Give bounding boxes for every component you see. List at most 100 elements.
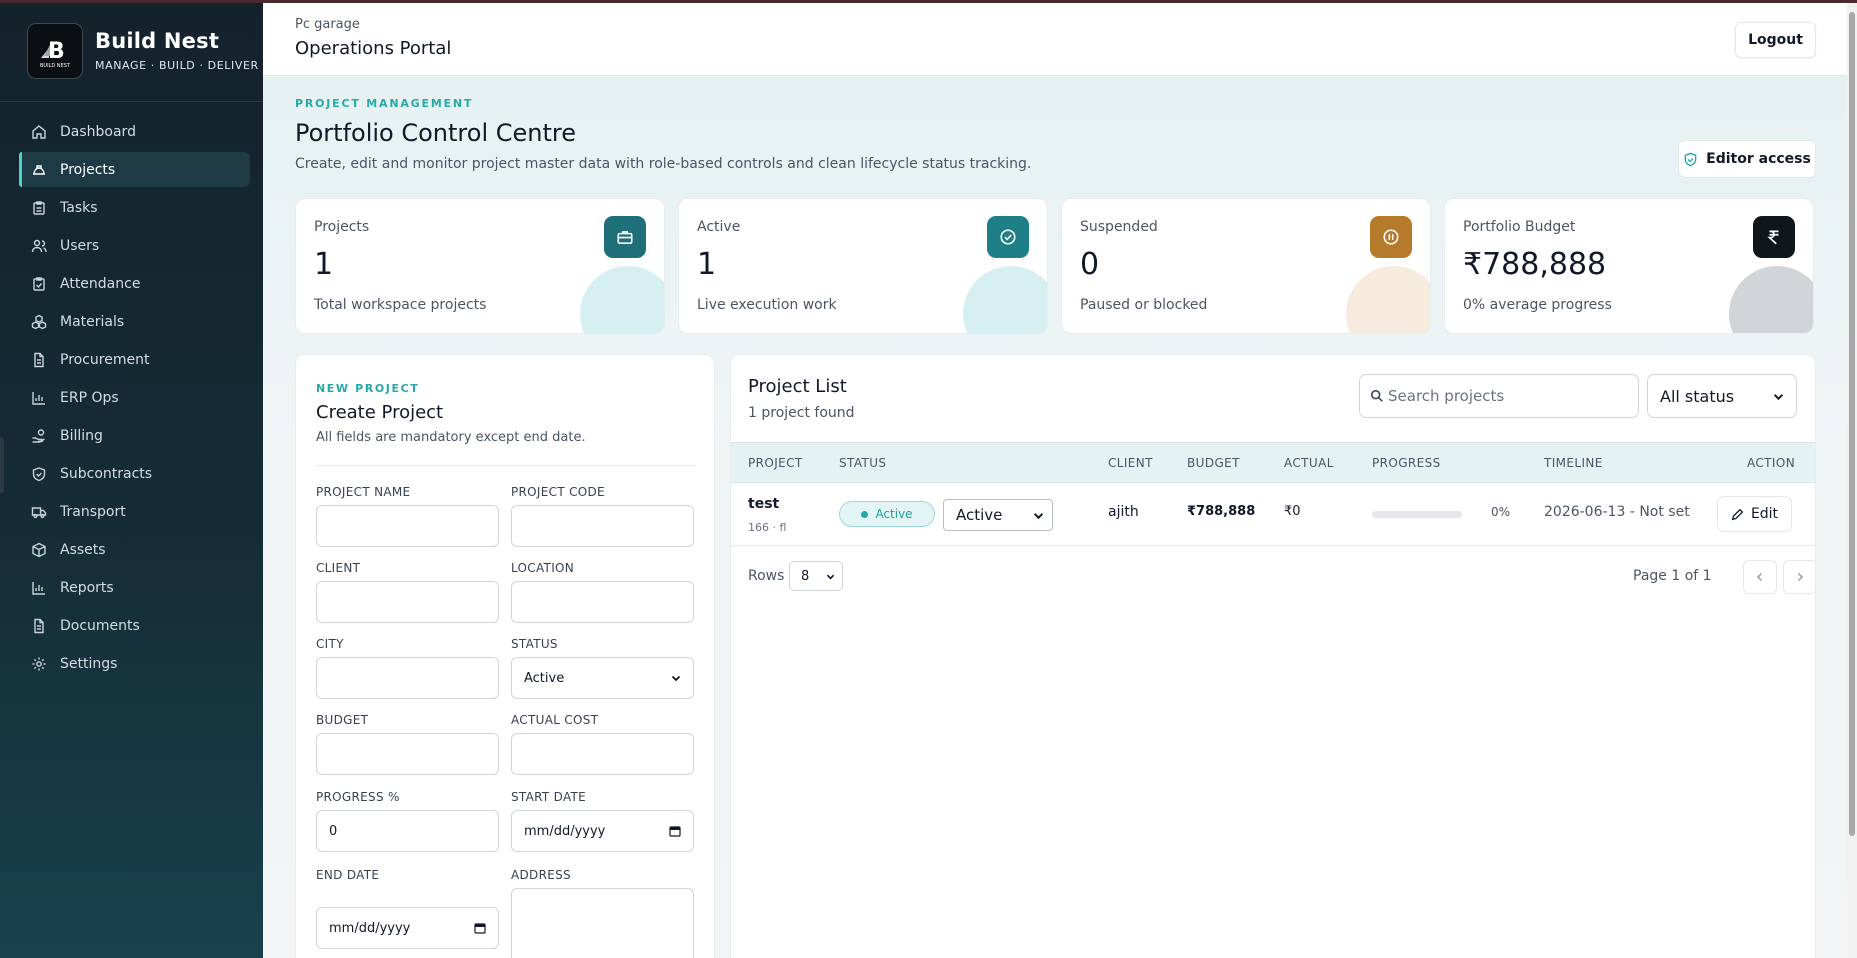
actual-cost-input[interactable] (511, 733, 694, 775)
address-label: ADDRESS (511, 868, 571, 882)
stat-card-suspended: Suspended 0 Paused or blocked (1061, 198, 1431, 334)
page-eyebrow: PROJECT MANAGEMENT (295, 97, 474, 110)
package-icon (30, 541, 48, 559)
pencil-icon (1731, 508, 1744, 521)
check-circle-icon (987, 216, 1029, 258)
progress-label: PROGRESS % (316, 790, 400, 804)
top-header: Pc garage Operations Portal Logout (263, 3, 1847, 76)
editor-access-badge[interactable]: Editor access (1678, 140, 1816, 178)
brand-tagline: MANAGE · BUILD · DELIVER (95, 59, 259, 72)
rows-per-page-value: 8 (801, 568, 810, 584)
prev-page-button[interactable] (1743, 560, 1777, 594)
search-placeholder: Search projects (1388, 387, 1505, 405)
sidebar-item-label: Materials (60, 313, 125, 330)
sidebar-item-documents[interactable]: Documents (19, 608, 250, 643)
project-name-input[interactable] (316, 505, 499, 547)
sidebar-item-billing[interactable]: Billing (19, 418, 250, 453)
table-row[interactable]: test 166 · fl Active Active ajith ₹788,8… (731, 483, 1815, 546)
rupee-icon (1753, 216, 1795, 258)
sidebar-item-subcontracts[interactable]: Subcontracts (19, 456, 250, 491)
edit-button-label: Edit (1750, 506, 1779, 522)
sidebar-item-label: Procurement (60, 351, 150, 368)
stat-card-projects: Projects 1 Total workspace projects (295, 198, 665, 334)
chevron-right-icon (1795, 572, 1805, 582)
scrollbar-thumb[interactable] (1849, 12, 1855, 836)
bar-chart-icon (30, 579, 48, 597)
start-date-label: START DATE (511, 790, 587, 804)
status-label: STATUS (511, 637, 558, 651)
project-code-input[interactable] (511, 505, 694, 547)
status-filter-select[interactable]: All status (1647, 374, 1797, 418)
clipboard-icon (30, 199, 48, 217)
row-status-value: Active (956, 506, 1003, 524)
rows-per-page-select[interactable]: 8 (789, 561, 843, 591)
sidebar-item-transport[interactable]: Transport (19, 494, 250, 529)
stat-card-portfolio-budget: Portfolio Budget ₹788,888 0% average pro… (1444, 198, 1814, 334)
svg-text:B: B (48, 39, 65, 64)
sidebar-item-dashboard[interactable]: Dashboard (19, 114, 250, 149)
stat-value: 0 (1080, 247, 1100, 282)
sidebar-item-projects[interactable]: Projects (19, 152, 250, 187)
client-cell: ajith (1108, 504, 1139, 520)
end-date-label: END DATE (316, 868, 380, 882)
stat-card-active: Active 1 Live execution work (678, 198, 1048, 334)
end-date-input[interactable]: mm/dd/yyyy (316, 907, 499, 949)
sidebar-item-users[interactable]: Users (19, 228, 250, 263)
brand-logo[interactable]: B BUILD NEST (27, 22, 83, 79)
address-textarea[interactable] (511, 888, 694, 958)
project-list-panel: Project List 1 project found Search proj… (730, 354, 1816, 958)
chevron-left-icon (1755, 572, 1765, 582)
sidebar-item-assets[interactable]: Assets (19, 532, 250, 567)
project-code-label: PROJECT CODE (511, 485, 605, 499)
start-date-input[interactable]: mm/dd/yyyy (511, 810, 694, 852)
column-header: PROJECT (748, 456, 803, 470)
budget-input[interactable] (316, 733, 499, 775)
main-content: PROJECT MANAGEMENT Portfolio Control Cen… (263, 76, 1847, 958)
sidebar-item-label: Dashboard (60, 123, 136, 140)
sidebar-item-materials[interactable]: Materials (19, 304, 250, 339)
search-input[interactable]: Search projects (1359, 374, 1639, 418)
stat-label: Projects (314, 219, 370, 235)
stat-decor (580, 266, 664, 333)
brand: B BUILD NEST Build Nest MANAGE · BUILD ·… (0, 0, 263, 102)
top-accent-strip (0, 0, 1857, 3)
city-input[interactable] (316, 657, 499, 699)
sidebar-item-erp-ops[interactable]: ERP Ops (19, 380, 250, 415)
stat-subtext: Paused or blocked (1080, 297, 1208, 313)
stat-label: Active (697, 219, 741, 235)
create-project-panel: NEW PROJECT Create Project All fields ar… (295, 354, 715, 958)
form-eyebrow: NEW PROJECT (316, 382, 420, 395)
next-page-button[interactable] (1783, 560, 1815, 594)
sidebar-item-label: Documents (60, 617, 140, 634)
project-meta-cell: 166 · fl (748, 521, 787, 534)
logout-button[interactable]: Logout (1735, 22, 1816, 58)
brand-name: Build Nest (95, 29, 220, 53)
sidebar-item-procurement[interactable]: Procurement (19, 342, 250, 377)
row-status-select[interactable]: Active (943, 499, 1053, 531)
client-input[interactable] (316, 581, 499, 623)
location-input[interactable] (511, 581, 694, 623)
sidebar-item-reports[interactable]: Reports (19, 570, 250, 605)
editor-access-label: Editor access (1706, 151, 1811, 167)
sidebar-resize-handle[interactable] (0, 437, 4, 493)
sidebar-item-tasks[interactable]: Tasks (19, 190, 250, 225)
column-header: BUDGET (1187, 456, 1240, 470)
budget-label: BUDGET (316, 713, 369, 727)
calendar-icon[interactable] (669, 825, 681, 837)
status-select[interactable]: Active (511, 657, 694, 699)
sidebar-item-label: Projects (60, 161, 116, 178)
stat-decor (1346, 266, 1430, 333)
sidebar-item-settings[interactable]: Settings (19, 646, 250, 681)
progress-input[interactable]: 0 (316, 810, 499, 852)
sidebar-item-label: Billing (60, 427, 103, 444)
sidebar-item-attendance[interactable]: Attendance (19, 266, 250, 301)
column-header: STATUS (839, 456, 887, 470)
edit-button[interactable]: Edit (1717, 496, 1792, 532)
portal-title: Operations Portal (295, 38, 452, 59)
calendar-icon[interactable] (474, 922, 486, 934)
bar-chart-icon (30, 389, 48, 407)
stat-decor (963, 266, 1047, 333)
form-description: All fields are mandatory except end date… (316, 430, 586, 445)
handshake-icon (30, 465, 48, 483)
briefcase-icon (604, 216, 646, 258)
